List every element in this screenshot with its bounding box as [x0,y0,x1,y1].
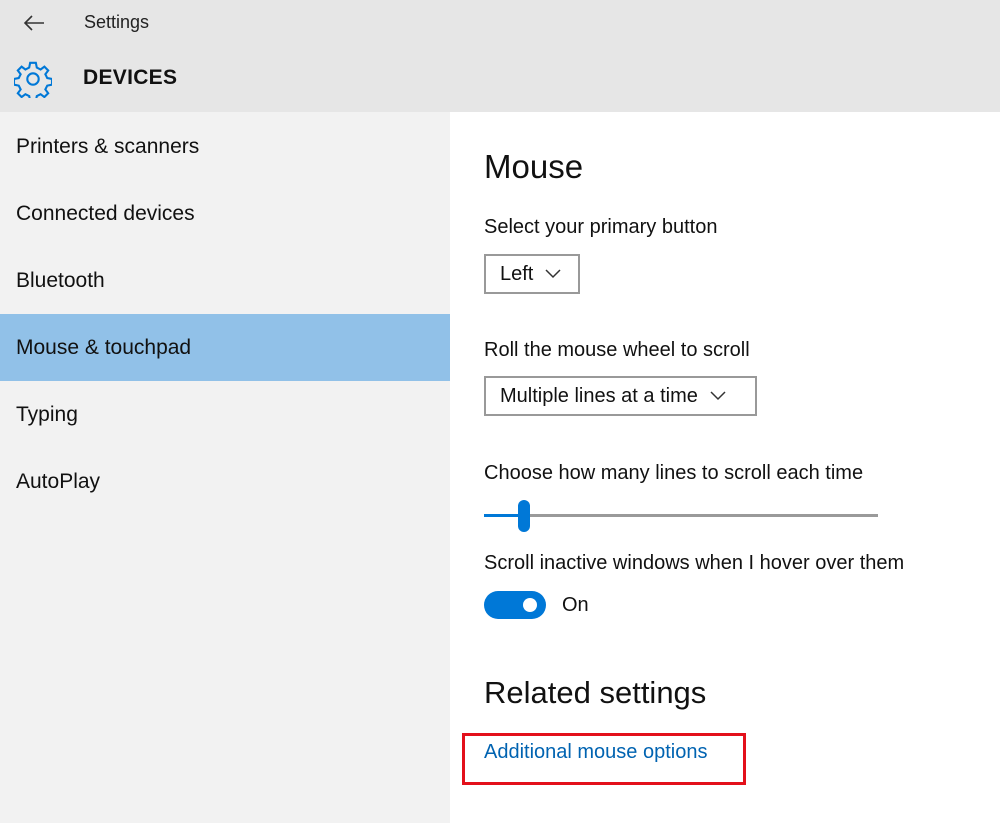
window-title: Settings [84,12,150,32]
sidebar-item-autoplay[interactable]: AutoPlay [0,448,450,515]
lines-slider-label: Choose how many lines to scroll each tim… [484,462,864,484]
dropdown-value: Left [500,262,534,285]
main-content: Mouse Select your primary button Left Ro… [450,112,1000,823]
back-button[interactable] [18,8,50,38]
additional-mouse-options-link[interactable]: Additional mouse options [484,741,707,764]
sidebar-item-label: Connected devices [16,201,195,225]
inactive-scroll-label: Scroll inactive windows when I hover ove… [484,552,905,574]
sidebar-item-label: Bluetooth [16,268,105,292]
sidebar-item-connected-devices[interactable]: Connected devices [0,180,450,247]
toggle-knob [523,598,537,612]
inactive-scroll-toggle[interactable] [484,591,546,619]
sidebar: Printers & scanners Connected devices Bl… [0,112,450,823]
chevron-down-icon [545,269,561,279]
page-title: Mouse [484,148,584,185]
primary-button-label: Select your primary button [484,216,718,238]
sidebar-item-mouse-touchpad[interactable]: Mouse & touchpad [0,314,450,381]
dropdown-value: Multiple lines at a time [500,384,698,407]
slider-track [530,514,878,517]
primary-button-dropdown[interactable]: Left [484,254,580,294]
sidebar-item-label: Typing [16,402,78,426]
gear-icon [14,61,52,98]
wheel-scroll-dropdown[interactable]: Multiple lines at a time [484,376,757,416]
slider-thumb[interactable] [518,500,531,532]
lines-slider[interactable] [484,499,878,533]
sidebar-item-label: Printers & scanners [16,134,200,158]
toggle-state-text: On [562,594,589,616]
sidebar-item-bluetooth[interactable]: Bluetooth [0,247,450,314]
section-title: DEVICES [83,66,178,89]
chevron-down-icon [710,391,726,401]
related-settings-heading: Related settings [484,675,707,710]
wheel-scroll-label: Roll the mouse wheel to scroll [484,339,750,361]
sidebar-item-printers-scanners[interactable]: Printers & scanners [0,113,450,180]
sidebar-item-typing[interactable]: Typing [0,381,450,448]
sidebar-item-label: Mouse & touchpad [16,335,192,359]
sidebar-item-label: AutoPlay [16,469,101,493]
back-arrow-icon [23,15,44,31]
title-bar: Settings DEVICES [0,0,1000,112]
